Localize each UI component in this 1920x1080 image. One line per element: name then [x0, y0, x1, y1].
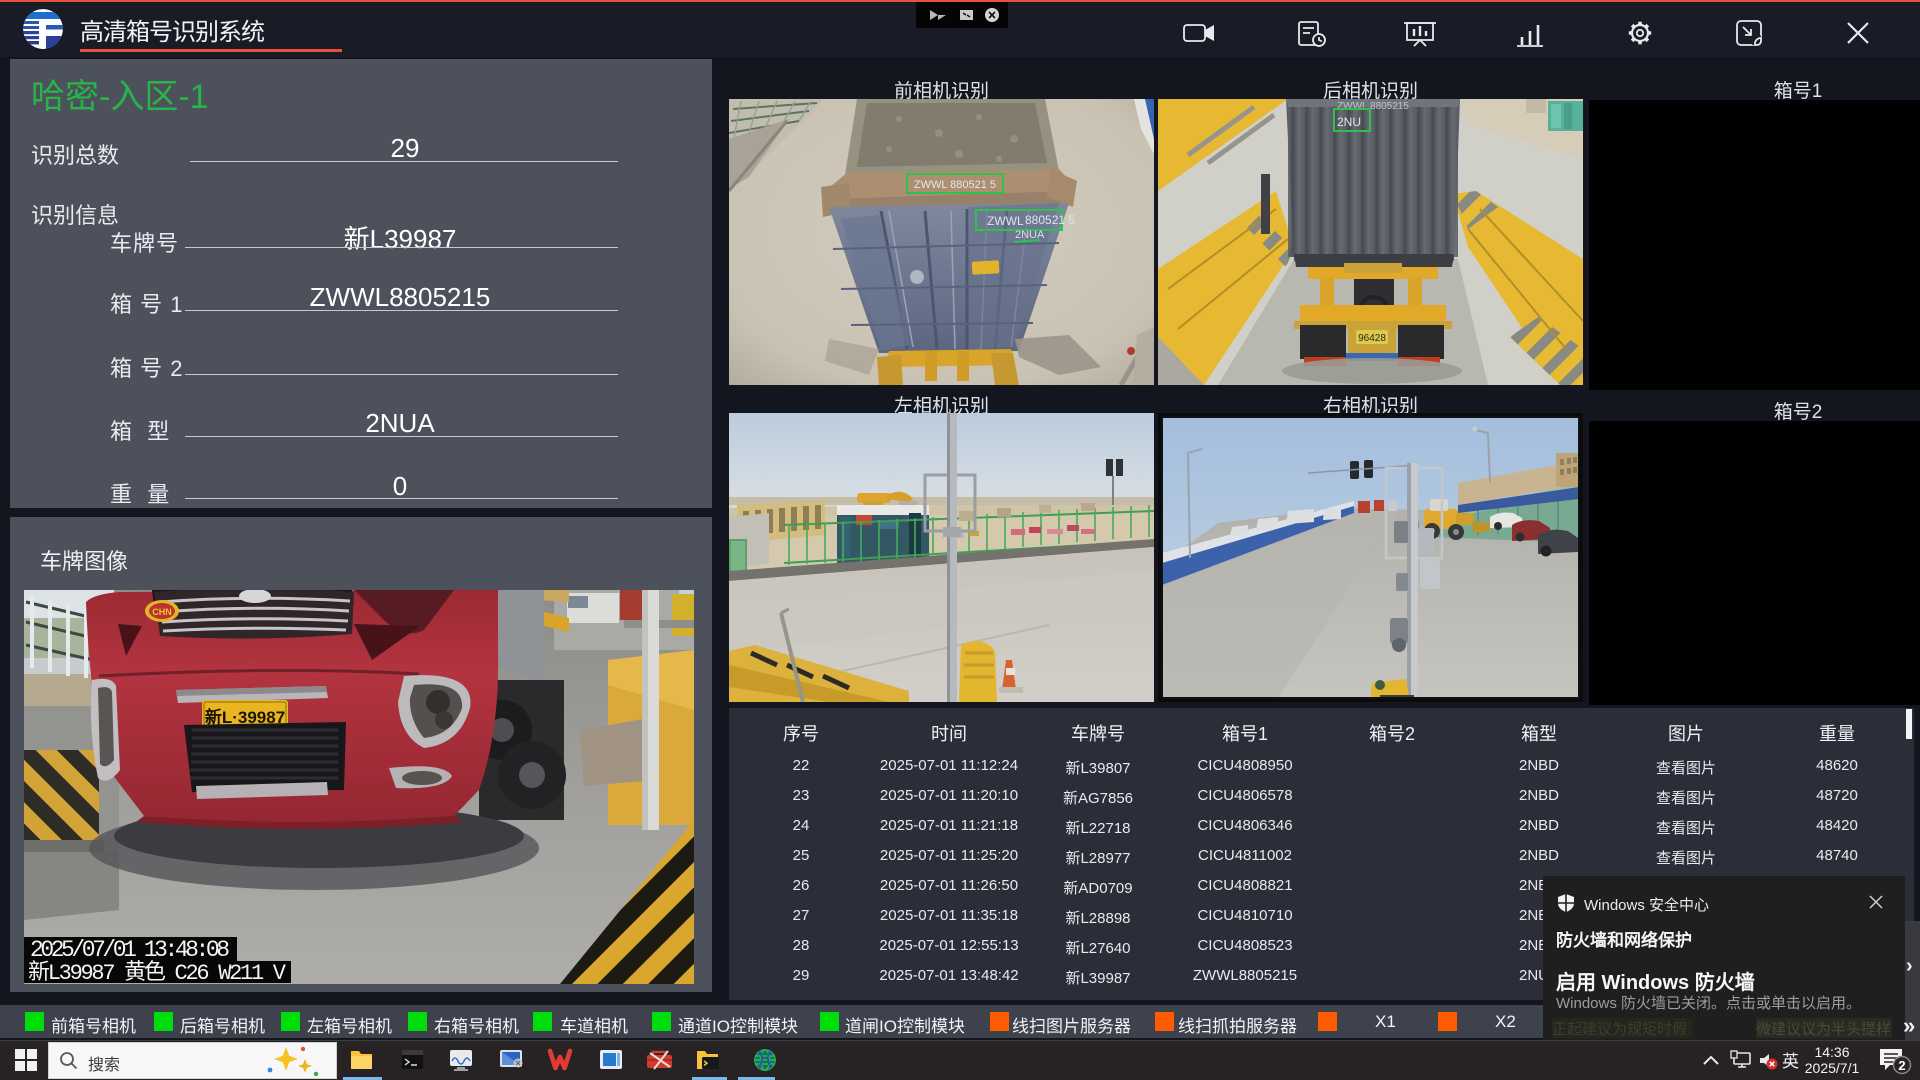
svg-text:2NU: 2NU: [1337, 115, 1361, 129]
svg-text:CHN: CHN: [152, 607, 172, 617]
svg-text:ZWWL 880521 5: ZWWL 880521 5: [914, 179, 996, 191]
svg-text:880521 5: 880521 5: [1025, 213, 1075, 227]
svg-text:96428: 96428: [1358, 333, 1386, 344]
svg-text:ZWWL: ZWWL: [987, 214, 1024, 228]
svg-text:2: 2: [1898, 1058, 1905, 1073]
svg-text:2025/07/01 13:48:08: 2025/07/01 13:48:08: [30, 937, 230, 963]
svg-text:2NUA: 2NUA: [1015, 229, 1045, 241]
svg-text:ZWWL 8805215: ZWWL 8805215: [1337, 101, 1409, 112]
svg-text:新L39987 黄色 C26 W211 V: 新L39987 黄色 C26 W211 V: [28, 960, 287, 984]
